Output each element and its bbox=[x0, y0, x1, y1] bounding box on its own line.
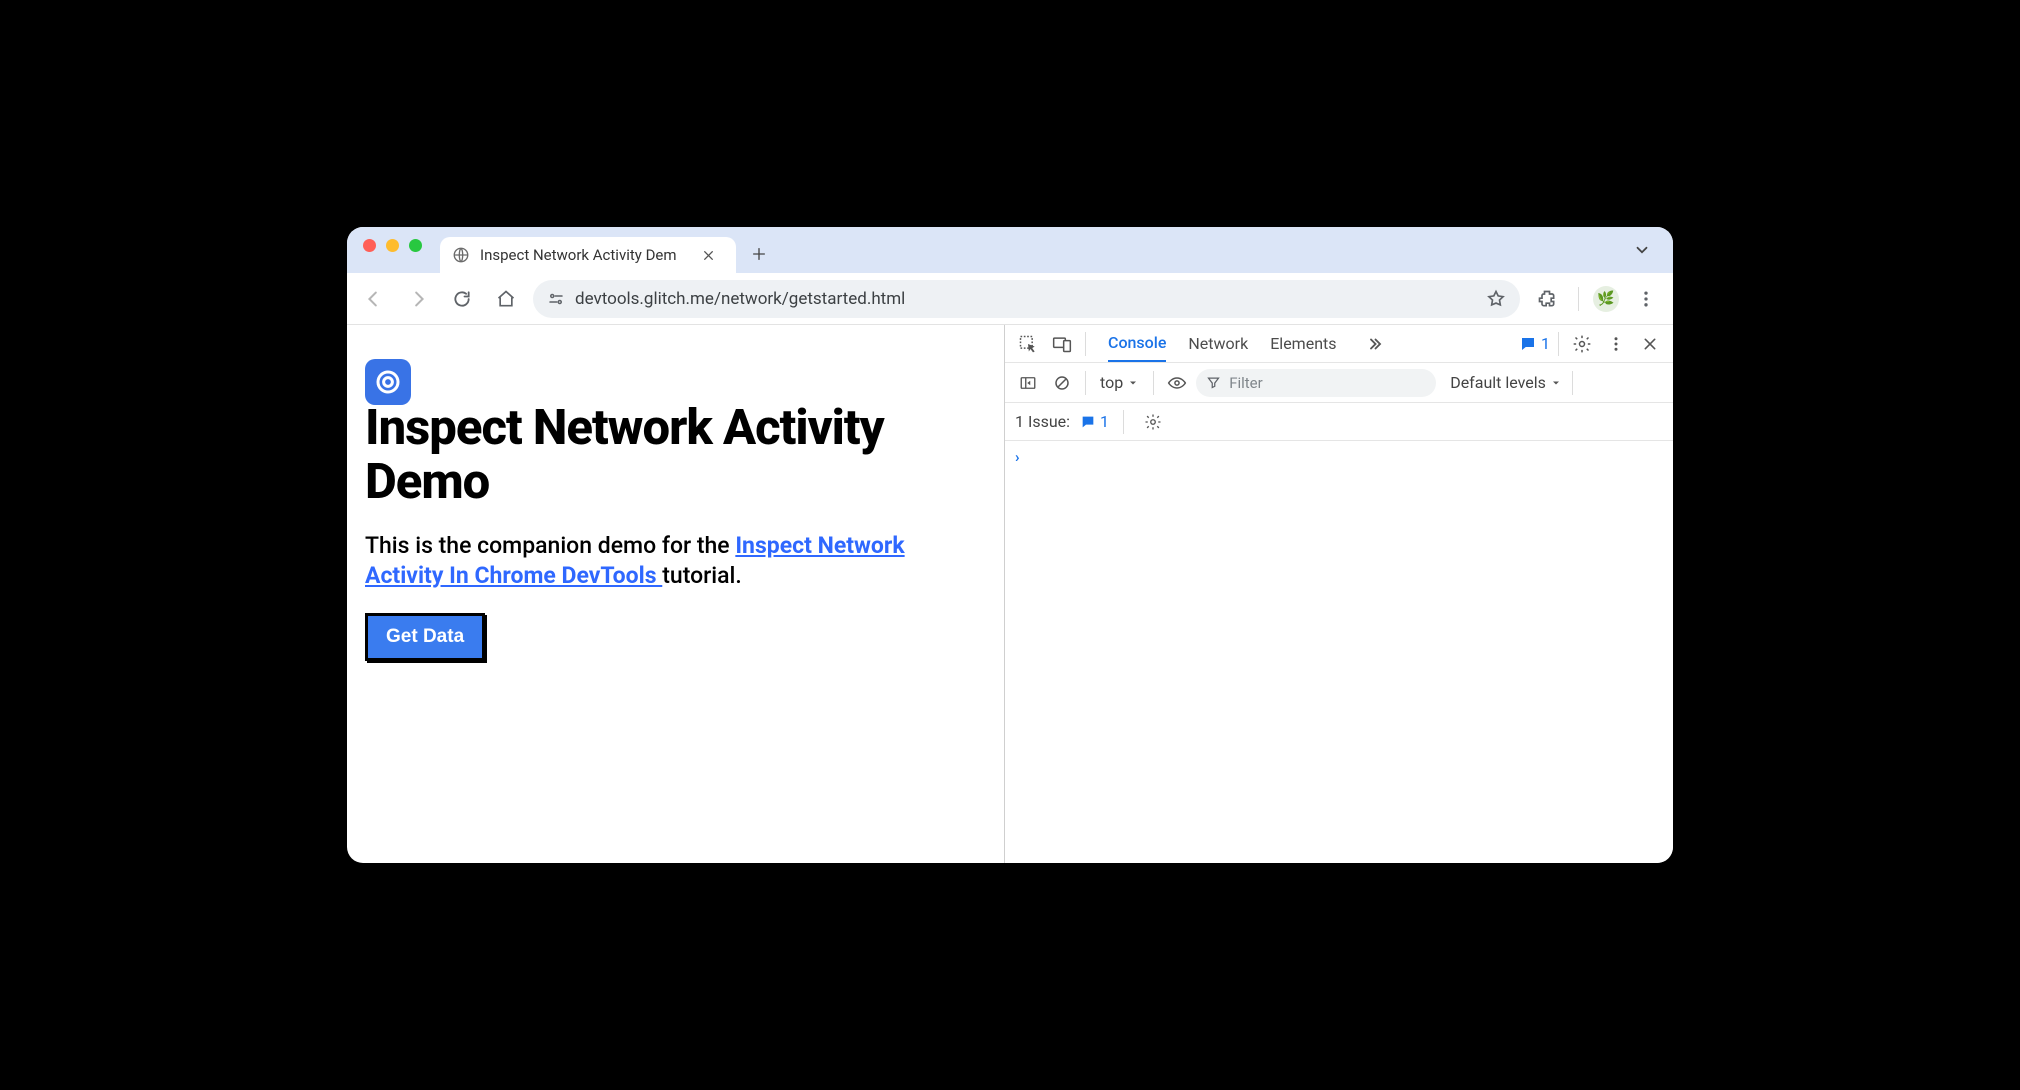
get-data-button[interactable]: Get Data bbox=[365, 613, 485, 661]
url-text: devtools.glitch.me/network/getstarted.ht… bbox=[575, 289, 1476, 309]
console-separator bbox=[1572, 371, 1573, 395]
devtools-logo-icon bbox=[365, 359, 411, 405]
close-tab-button[interactable] bbox=[700, 247, 716, 263]
all-tabs-button[interactable] bbox=[1627, 235, 1657, 265]
console-separator bbox=[1153, 371, 1154, 395]
page-heading: Inspect Network Activity Demo bbox=[365, 355, 982, 509]
page-intro: This is the companion demo for the Inspe… bbox=[365, 531, 982, 591]
devtools-separator bbox=[1558, 332, 1559, 356]
devtools-tabs: Console Network Elements bbox=[1108, 325, 1389, 362]
filter-placeholder: Filter bbox=[1229, 374, 1263, 392]
tab-strip: Inspect Network Activity Dem bbox=[347, 227, 1673, 273]
filter-icon bbox=[1206, 375, 1221, 390]
console-toolbar: top Filter Default levels bbox=[1005, 363, 1673, 403]
new-tab-button[interactable] bbox=[744, 239, 774, 269]
intro-suffix: tutorial. bbox=[662, 562, 742, 589]
issues-separator bbox=[1123, 410, 1124, 434]
extensions-button[interactable] bbox=[1530, 282, 1564, 316]
fullscreen-window-button[interactable] bbox=[409, 239, 422, 252]
page-heading-text: Inspect Network Activity Demo bbox=[365, 401, 982, 509]
inspect-element-icon[interactable] bbox=[1013, 329, 1043, 359]
intro-prefix: This is the companion demo for the bbox=[365, 532, 735, 559]
console-output[interactable]: › bbox=[1005, 441, 1673, 863]
issues-indicator[interactable]: 1 bbox=[1519, 334, 1550, 353]
issues-label: 1 Issue: bbox=[1015, 412, 1070, 431]
reload-button[interactable] bbox=[445, 282, 479, 316]
console-issues-bar: 1 Issue: 1 bbox=[1005, 403, 1673, 441]
browser-tab[interactable]: Inspect Network Activity Dem bbox=[440, 237, 736, 273]
address-bar[interactable]: devtools.glitch.me/network/getstarted.ht… bbox=[533, 280, 1520, 318]
forward-button[interactable] bbox=[401, 282, 435, 316]
window-controls bbox=[357, 239, 432, 262]
tab-elements[interactable]: Elements bbox=[1270, 326, 1336, 361]
devtools-settings-icon[interactable] bbox=[1567, 329, 1597, 359]
context-label: top bbox=[1100, 373, 1123, 392]
home-button[interactable] bbox=[489, 282, 523, 316]
issues-count-2: 1 bbox=[1100, 412, 1109, 431]
levels-label: Default levels bbox=[1450, 373, 1546, 392]
site-settings-icon[interactable] bbox=[547, 290, 565, 308]
browser-window: Inspect Network Activity Dem bbox=[347, 227, 1673, 863]
globe-icon bbox=[452, 246, 470, 264]
devtools-panel: Console Network Elements 1 bbox=[1004, 325, 1673, 863]
clear-console-icon[interactable] bbox=[1047, 368, 1077, 398]
close-window-button[interactable] bbox=[363, 239, 376, 252]
devtools-main-toolbar: Console Network Elements 1 bbox=[1005, 325, 1673, 363]
devtools-menu-icon[interactable] bbox=[1601, 329, 1631, 359]
close-devtools-icon[interactable] bbox=[1635, 329, 1665, 359]
profile-avatar[interactable]: 🌿 bbox=[1593, 286, 1619, 312]
toolbar-separator bbox=[1578, 287, 1579, 311]
log-levels-selector[interactable]: Default levels bbox=[1450, 373, 1562, 392]
back-button[interactable] bbox=[357, 282, 391, 316]
devtools-separator bbox=[1085, 332, 1086, 356]
tab-console[interactable]: Console bbox=[1108, 325, 1166, 362]
issue-count: 1 bbox=[1541, 334, 1550, 353]
bookmark-star-icon[interactable] bbox=[1486, 289, 1506, 309]
live-expression-icon[interactable] bbox=[1162, 368, 1192, 398]
console-filter[interactable]: Filter bbox=[1196, 369, 1436, 397]
content-area: Inspect Network Activity Demo This is th… bbox=[347, 325, 1673, 863]
chrome-menu-button[interactable] bbox=[1629, 282, 1663, 316]
browser-toolbar: devtools.glitch.me/network/getstarted.ht… bbox=[347, 273, 1673, 325]
page-viewport: Inspect Network Activity Demo This is th… bbox=[347, 325, 1004, 863]
issues-link[interactable]: 1 bbox=[1080, 412, 1109, 431]
device-toolbar-icon[interactable] bbox=[1047, 329, 1077, 359]
execution-context-selector[interactable]: top bbox=[1094, 373, 1145, 392]
toggle-sidebar-icon[interactable] bbox=[1013, 368, 1043, 398]
tab-network[interactable]: Network bbox=[1188, 326, 1248, 361]
console-prompt-caret-icon: › bbox=[1015, 448, 1020, 466]
tab-title: Inspect Network Activity Dem bbox=[480, 246, 690, 264]
minimize-window-button[interactable] bbox=[386, 239, 399, 252]
more-tabs-button[interactable] bbox=[1359, 329, 1389, 359]
console-separator bbox=[1085, 371, 1086, 395]
console-settings-icon[interactable] bbox=[1138, 407, 1168, 437]
